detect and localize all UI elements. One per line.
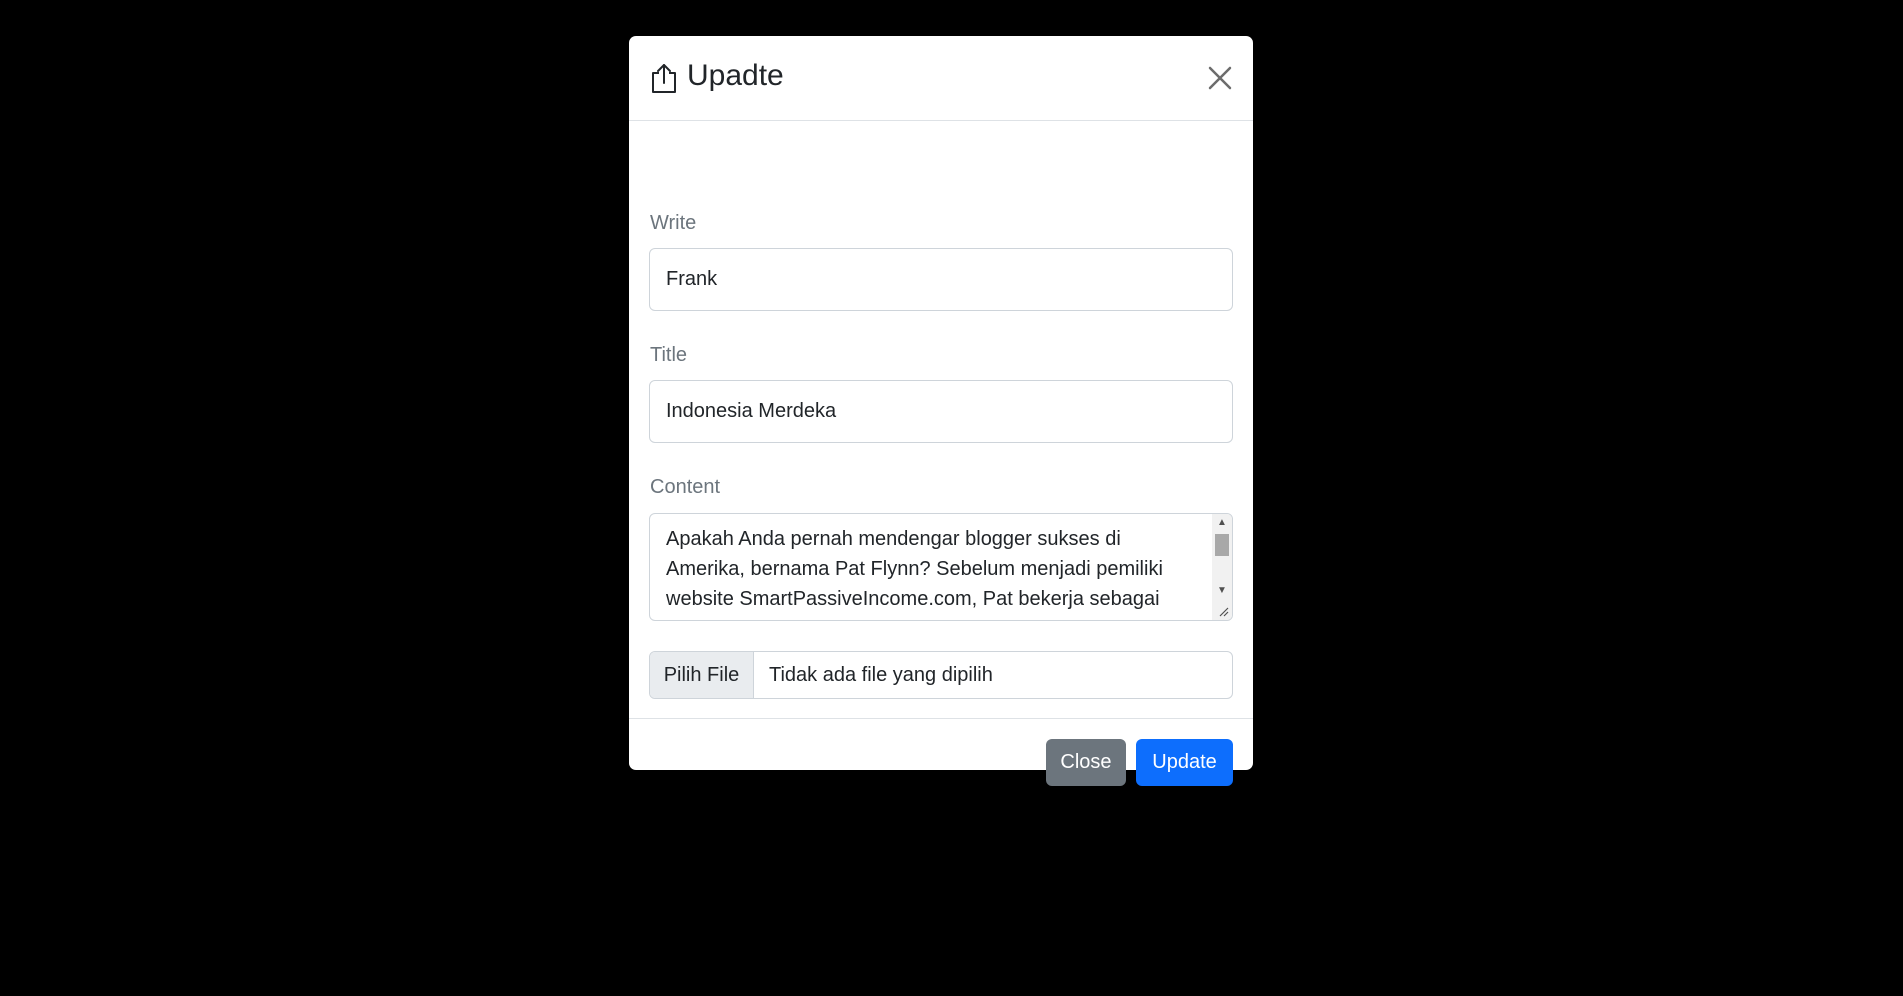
content-textarea[interactable]: Apakah Anda pernah mendengar blogger suk… [650, 514, 1212, 620]
title-input[interactable] [649, 380, 1233, 443]
content-scrollbar[interactable]: ▲ ▼ [1212, 514, 1232, 620]
content-label: Content [650, 476, 721, 498]
modal-title: Upadte [687, 59, 784, 92]
title-label: Title [650, 344, 688, 366]
file-status-text: Tidak ada file yang dipilih [769, 664, 993, 686]
update-modal: Upadte Write Title Content Apakah Anda p… [629, 36, 1253, 786]
scroll-down-arrow-icon[interactable]: ▼ [1212, 582, 1232, 600]
close-button[interactable]: Close [1046, 739, 1126, 786]
modal-footer: Close Update [629, 718, 1253, 806]
scroll-up-arrow-icon[interactable]: ▲ [1212, 514, 1232, 532]
upload-icon [652, 64, 676, 93]
write-input[interactable] [649, 248, 1233, 311]
choose-file-button[interactable]: Pilih File [650, 652, 754, 698]
modal-body: Write Title Content Apakah Anda pernah m… [629, 121, 1253, 718]
modal-header: Upadte [629, 36, 1253, 121]
file-input[interactable]: Pilih File Tidak ada file yang dipilih [649, 651, 1233, 699]
close-icon[interactable] [1206, 64, 1234, 92]
write-label: Write [650, 212, 697, 234]
content-textarea-wrapper: Apakah Anda pernah mendengar blogger suk… [649, 513, 1233, 621]
resize-grip-icon[interactable] [1216, 604, 1230, 618]
scroll-thumb[interactable] [1215, 534, 1229, 556]
update-button[interactable]: Update [1136, 739, 1233, 786]
